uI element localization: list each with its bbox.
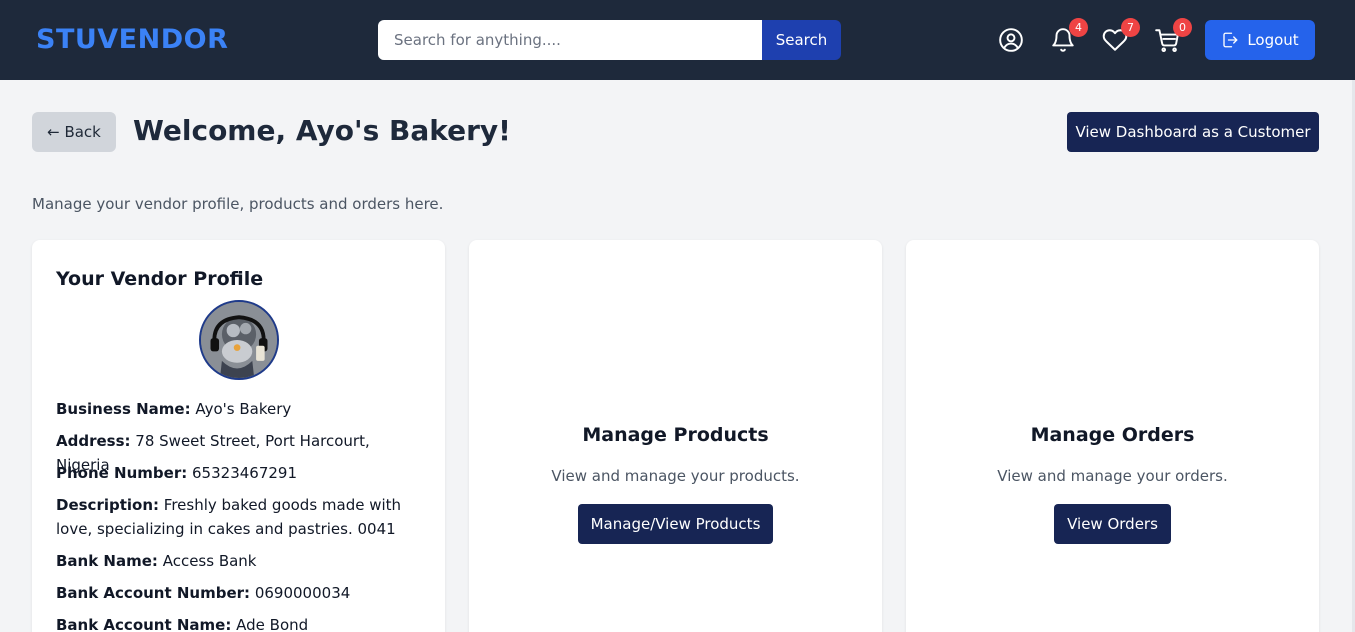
cart-badge: 0 (1173, 18, 1192, 37)
bank-name-value: Access Bank (162, 552, 257, 570)
manage-products-title: Manage Products (582, 424, 769, 446)
profile-title: Your Vendor Profile (56, 268, 264, 290)
back-button[interactable]: ← Back (32, 112, 116, 152)
phone-value: 65323467291 (192, 464, 297, 482)
manage-orders-card: Manage Orders View and manage your order… (906, 240, 1319, 632)
account-number-value: 0690000034 (254, 584, 351, 602)
search-bar: Search (378, 20, 841, 60)
navbar: STUVENDOR Search 4 7 0 (0, 0, 1355, 80)
account-name-label: Bank Account Name: (56, 616, 232, 632)
search-button[interactable]: Search (762, 20, 841, 60)
account-name-row: Bank Account Name: Ade Bond (56, 613, 426, 632)
business-name-label: Business Name: (56, 400, 191, 418)
page-title: Welcome, Ayo's Bakery! (133, 114, 511, 147)
manage-orders-title: Manage Orders (1030, 424, 1195, 446)
wishlist-badge: 7 (1121, 18, 1140, 37)
page-subtitle: Manage your vendor profile, products and… (32, 195, 444, 213)
account-number-label: Bank Account Number: (56, 584, 251, 602)
vendor-profile-card: Your Vendor Profile Business Name: Ayo's… (32, 240, 445, 632)
manage-products-card: Manage Products View and manage your pro… (469, 240, 882, 632)
heart-icon[interactable]: 7 (1102, 18, 1140, 53)
logout-icon (1223, 32, 1238, 48)
address-label: Address: (56, 432, 131, 450)
phone-row: Phone Number: 65323467291 (56, 461, 426, 485)
description-row: Description: Freshly baked goods made wi… (56, 493, 426, 541)
manage-products-description: View and manage your products. (551, 467, 800, 485)
user-icon[interactable] (998, 27, 1024, 53)
cart-icon[interactable]: 0 (1154, 18, 1192, 53)
manage-orders-description: View and manage your orders. (997, 467, 1228, 485)
account-number-row: Bank Account Number: 0690000034 (56, 581, 426, 605)
phone-label: Phone Number: (56, 464, 188, 482)
view-dashboard-as-customer-button[interactable]: View Dashboard as a Customer (1067, 112, 1319, 152)
bank-name-label: Bank Name: (56, 552, 158, 570)
account-name-value: Ade Bond (236, 616, 309, 632)
logout-label: Logout (1247, 31, 1299, 49)
logout-button[interactable]: Logout (1205, 20, 1315, 60)
manage-products-button[interactable]: Manage/View Products (578, 504, 773, 544)
business-name-row: Business Name: Ayo's Bakery (56, 397, 426, 421)
description-label: Description: (56, 496, 160, 514)
bank-name-row: Bank Name: Access Bank (56, 549, 426, 573)
notification-badge: 4 (1069, 18, 1088, 37)
avatar (199, 300, 279, 380)
business-name-value: Ayo's Bakery (195, 400, 292, 418)
bell-icon[interactable]: 4 (1050, 18, 1088, 53)
view-orders-button[interactable]: View Orders (1054, 504, 1171, 544)
search-input[interactable] (378, 20, 762, 60)
logo[interactable]: STUVENDOR (36, 24, 228, 55)
